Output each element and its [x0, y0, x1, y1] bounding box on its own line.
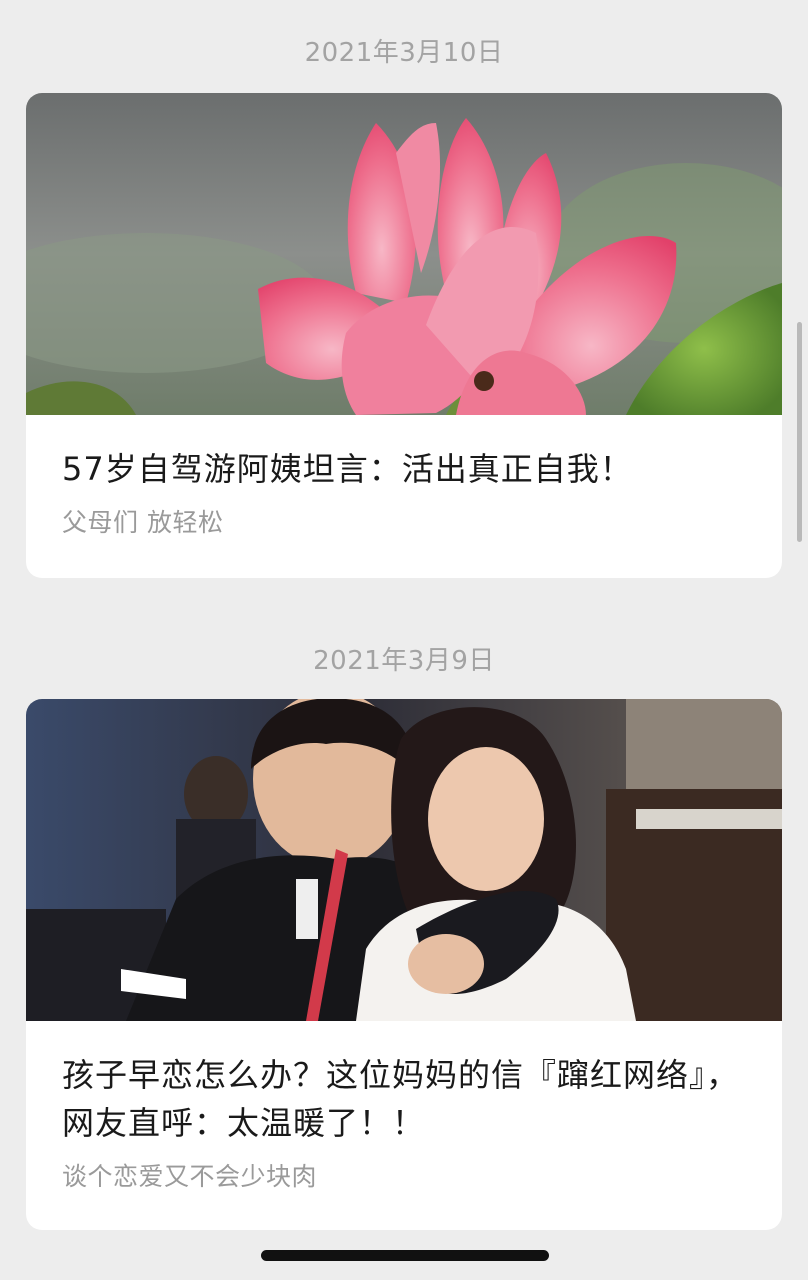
article-title[interactable]: 57岁自驾游阿姨坦言：活出真正自我！ [62, 445, 746, 493]
article-card[interactable]: 孩子早恋怎么办？这位妈妈的信『蹿红网络』，网友直呼：太温暖了！！ 谈个恋爱又不会… [26, 699, 782, 1230]
article-title[interactable]: 孩子早恋怎么办？这位妈妈的信『蹿红网络』，网友直呼：太温暖了！！ [62, 1051, 746, 1147]
article-feed: 2021年3月10日 57岁自驾游阿姨坦言：活出真正自我！ 父母们 放轻松 20… [0, 0, 808, 1280]
article-cover-image[interactable] [26, 699, 782, 1021]
couple-photo-image [26, 699, 782, 1021]
article-date: 2021年3月9日 [313, 646, 495, 676]
home-indicator[interactable] [261, 1250, 549, 1261]
article-card[interactable]: 57岁自驾游阿姨坦言：活出真正自我！ 父母们 放轻松 [26, 93, 782, 578]
scrollbar[interactable] [797, 322, 802, 542]
article-date: 2021年3月10日 [304, 38, 504, 68]
lotus-flower-image [26, 93, 782, 415]
article-source: 父母们 放轻松 [62, 508, 224, 537]
article-source: 谈个恋爱又不会少块肉 [62, 1162, 318, 1191]
article-cover-image[interactable] [26, 93, 782, 415]
